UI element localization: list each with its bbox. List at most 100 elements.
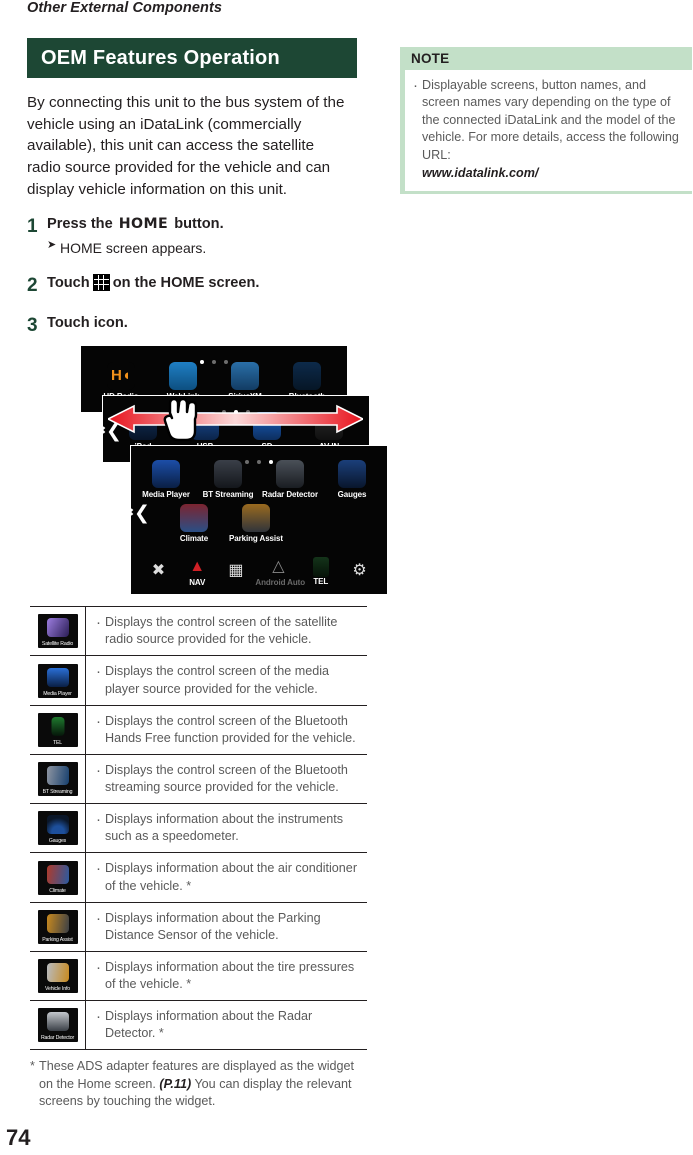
table-desc: Displays the control screen of the Bluet… (96, 761, 363, 796)
note-url[interactable]: www.idatalink.com/ (422, 165, 686, 182)
tile-label: TEL (52, 739, 63, 746)
footnote-star: * (30, 1059, 35, 1074)
siriusxm-icon (231, 362, 259, 391)
table-row: Vehicle Info Displays information about … (30, 951, 367, 1002)
table-row: Gauges Displays information about the in… (30, 804, 367, 854)
weblink-icon (169, 362, 197, 391)
table-desc-cell: Displays the control screen of the Bluet… (86, 706, 367, 754)
manual-page: Other External Components OEM Features O… (0, 0, 693, 1155)
app-bt-streaming[interactable]: BT Streaming (197, 460, 259, 499)
close-icon[interactable]: ✖ (103, 426, 106, 437)
ipod-icon (129, 412, 157, 441)
app-label: Parking Assist (229, 534, 283, 544)
table-desc-cell: Displays information about the Radar Det… (86, 1001, 367, 1049)
step-3-number: 3 (27, 315, 38, 336)
bottom-tel-button[interactable]: TEL (301, 556, 340, 586)
radar-detector-icon: Radar Detector (37, 1008, 78, 1043)
app-label: TEL (313, 576, 329, 586)
sd-icon (253, 412, 281, 441)
table-desc-cell: Displays the control screen of the media… (86, 656, 367, 704)
bottom-close-button[interactable]: ✖ (139, 560, 178, 582)
table-icon-cell: Vehicle Info (30, 951, 86, 1001)
gauges-icon: Gauges (37, 811, 78, 846)
table-icon-cell: Gauges (30, 804, 86, 853)
tile-label: Gauges (48, 838, 67, 845)
step-1-number: 1 (27, 215, 38, 237)
running-head: Other External Components (27, 0, 223, 16)
bt-streaming-icon: BT Streaming (37, 762, 78, 797)
step-1-text: Press the HOME button. (47, 215, 357, 234)
vehicle-info-icon: Vehicle Info (37, 959, 78, 994)
app-label: BT Streaming (202, 490, 254, 500)
bottom-apps-button[interactable]: ▦ (217, 560, 256, 582)
app-label: NAV (189, 577, 206, 587)
table-icon-cell: TEL (30, 705, 86, 754)
step-3: 3 Touch icon. (27, 314, 357, 337)
table-desc: Displays information about the tire pres… (96, 958, 363, 993)
nav-icon: ▲ (189, 557, 206, 575)
table-icon-cell: Satellite Radio (30, 607, 86, 656)
table-desc-cell: Displays information about the Parking D… (86, 903, 367, 951)
climate-icon: Climate (37, 860, 78, 895)
table-desc-cell: Displays information about the tire pres… (86, 952, 367, 1000)
note-text: Displayable screens, button names, and s… (422, 78, 679, 162)
app-media-player[interactable]: Media Player (135, 460, 197, 499)
hand-pointer-icon (163, 397, 198, 442)
left-column: OEM Features Operation By connecting thi… (27, 38, 388, 1110)
app-label: Gauges (337, 490, 367, 500)
table-icon-cell: Radar Detector (30, 1001, 86, 1050)
step-1-substep-text: HOME screen appears. (60, 239, 207, 256)
bottom-android-auto-button[interactable]: △ Android Auto (255, 556, 305, 587)
tile-label: BT Streaming (42, 789, 73, 796)
bottom-settings-button[interactable]: ⚙ (340, 560, 379, 582)
satellite-radio-icon: Satellite Radio (37, 614, 78, 649)
table-desc-cell: Displays the control screen of the satel… (86, 607, 367, 655)
table-row: TEL Displays the control screen of the B… (30, 705, 367, 755)
table-row: Parking Assist Displays information abou… (30, 902, 367, 952)
tel-icon (312, 556, 329, 577)
step-1-substep: ➤ HOME screen appears. (47, 239, 357, 257)
home-key-label: HOME (118, 215, 169, 232)
app-label: Android Auto (255, 577, 305, 587)
table-desc: Displays the control screen of the satel… (96, 613, 363, 648)
unit-screen-page-3: Media Player BT Streaming Radar Detector… (130, 445, 388, 596)
radar-detector-icon (276, 460, 304, 489)
step-2-text-after: on the HOME screen. (112, 274, 260, 291)
bt-streaming-icon (214, 460, 242, 489)
step-1: 1 Press the HOME button. ➤ HOME screen a… (27, 215, 357, 257)
home-screen-illustration: H◖ HD Radio WebLink SiriusXM Bluetooth (52, 345, 392, 600)
app-label: Climate (179, 534, 209, 544)
app-gauges[interactable]: Gauges (321, 460, 383, 499)
intro-paragraph: By connecting this unit to the bus syste… (27, 94, 345, 198)
app-climate[interactable]: Climate (163, 504, 225, 543)
table-desc: Displays information about the Radar Det… (96, 1007, 363, 1042)
table-desc: Displays information about the air condi… (96, 859, 363, 894)
media-player-icon (152, 460, 180, 489)
chevron-left-icon[interactable]: ❮ (134, 504, 150, 523)
note-body: Displayable screens, button names, and s… (400, 70, 692, 195)
table-desc-cell: Displays information about the instrumen… (86, 804, 367, 852)
app-parking-assist[interactable]: Parking Assist (225, 504, 287, 543)
footnote-reference[interactable]: (P.11) (159, 1077, 191, 1091)
note-heading: NOTE (400, 47, 692, 70)
climate-icon (180, 504, 208, 533)
close-icon-small[interactable]: ✖ (131, 508, 134, 519)
app-radar-detector[interactable]: Radar Detector (259, 460, 321, 499)
tile-label: Radar Detector (40, 1035, 75, 1042)
grid-icon (92, 273, 110, 291)
bluetooth-icon (293, 362, 321, 391)
step-2-text: Touch on the HOME screen. (47, 273, 357, 293)
android-auto-icon: △ (272, 557, 285, 575)
table-row: Climate Displays information about the a… (30, 853, 367, 903)
table-desc: Displays information about the Parking D… (96, 909, 363, 944)
step-3-text: Touch icon. (47, 315, 128, 331)
arrow-right-icon: ➤ (47, 238, 57, 251)
gear-icon: ⚙ (352, 562, 367, 580)
steps-list: 1 Press the HOME button. ➤ HOME screen a… (27, 215, 357, 338)
tile-label: Vehicle Info (44, 986, 71, 993)
step-2: 2 Touch on the HOME screen. (27, 273, 357, 297)
chevron-left-icon[interactable]: ❮ (106, 422, 122, 441)
section-title-bar: OEM Features Operation (27, 38, 357, 78)
table-desc-cell: Displays the control screen of the Bluet… (86, 755, 367, 803)
bottom-nav-button[interactable]: ▲ NAV (178, 556, 217, 587)
